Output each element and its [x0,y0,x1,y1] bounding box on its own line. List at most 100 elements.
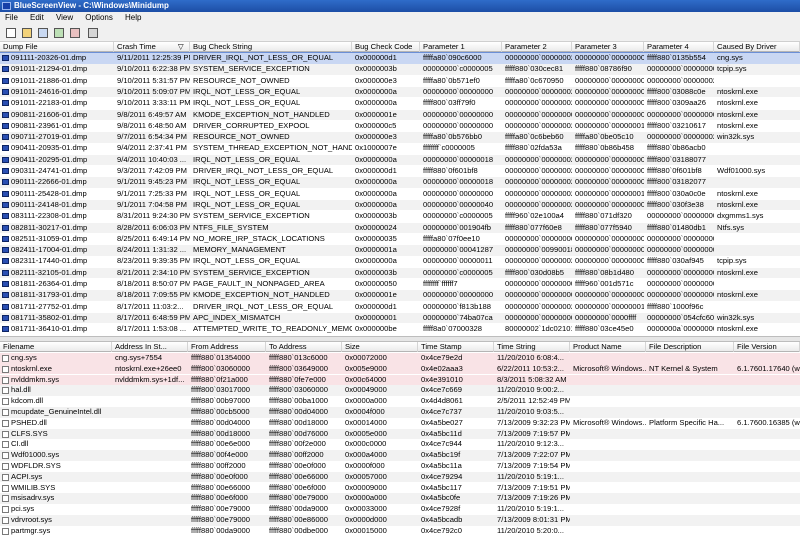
copy-icon[interactable] [52,26,66,39]
top-cell-text: 091111-20326-01.dmp [11,53,87,62]
top-cell-text: IRQL_NOT_LESS_OR_EQUAL [193,154,301,164]
bottom-row[interactable]: ACPI.sys fffff880`00e0f000 fffff880`00e660… [0,471,800,483]
bottom-row[interactable]: cng.sys cng.sys+7554 fffff880`01354000 ffff… [0,353,800,364]
top-cell-bug-check-string: ATTEMPTED_WRITE_TO_READONLY_MEMORY [190,324,352,335]
top-row[interactable]: 091011-24616-01.dmp 9/10/2011 5:09:07 PM I… [0,86,800,98]
bottom-col-file-version[interactable]: File Version [734,342,800,352]
menu-bar: File Edit View Options Help [0,12,800,24]
top-col-param3[interactable]: Parameter 3 [572,42,644,52]
bottom-row[interactable]: vdrvroot.sys fffff880`00e79000 fffff880`00… [0,515,800,526]
bottom-row[interactable]: Wdf01000.sys fffff880`00f4e000 fffff880`00… [0,450,800,461]
bottom-col-file-description[interactable]: File Description [646,342,734,352]
top-cell-text: ntoskrnl.exe [717,267,758,277]
bottom-row[interactable]: CI.dll fffff880`00e6e000 fffff880`00f2e000… [0,439,800,450]
top-col-crash-time[interactable]: Crash Time ▽ [114,42,190,52]
top-row[interactable]: 083111-22308-01.dmp 8/31/2011 9:24:30 PM S… [0,211,800,222]
bottom-row[interactable]: WMILIB.SYS fffff880`00e66000 fffff880`00e6… [0,483,800,494]
top-row[interactable]: 081711-36410-01.dmp 8/17/2011 1:53:08 ...… [0,324,800,335]
bottom-row[interactable]: hal.dll fffff800`03017000 fffff800`0306000… [0,385,800,396]
bottom-cell-address-in-stack [112,493,188,504]
top-row[interactable]: 090711-27019-01.dmp 9/7/2011 6:54:34 PM RE… [0,132,800,143]
bottom-row[interactable]: partmgr.sys fffff880`00da9000 fffff880`00d… [0,526,800,537]
bottom-cell-to-address: fffff880`00d18000 [266,418,342,429]
top-col-param2[interactable]: Parameter 2 [502,42,572,52]
top-col-param1[interactable]: Parameter 1 [420,42,502,52]
bottom-row[interactable]: pci.sys fffff880`00e79000 fffff880`00da900… [0,504,800,515]
top-row[interactable]: 090811-23961-01.dmp 9/8/2011 6:48:50 AM DR… [0,121,800,132]
top-cell-dump-file: 090811-23961-01.dmp [0,121,114,132]
top-cell-text: ntoskrnl.exe [717,324,758,334]
bottom-row[interactable]: nvlddmkm.sys nvlddmkm.sys+1df... fffff880`… [0,374,800,386]
top-row[interactable]: 090811-21606-01.dmp 9/8/2011 6:49:57 AM KM… [0,109,800,121]
properties-icon[interactable] [68,26,82,39]
menu-view[interactable]: View [51,12,78,24]
bottom-col-filename[interactable]: Filename [0,342,112,352]
top-col-label: Bug Check Code [355,42,413,51]
top-cell-text: SYSTEM_SERVICE_EXCEPTION [193,267,310,277]
menu-options[interactable]: Options [80,12,118,24]
top-col-param4[interactable]: Parameter 4 [644,42,714,52]
bottom-col-from-address[interactable]: From Address [188,342,266,352]
menu-edit[interactable]: Edit [25,12,49,24]
top-cell-bug-check-code: 0x0000001a [352,245,420,256]
top-col-bug-check-code[interactable]: Bug Check Code [352,42,420,52]
top-row[interactable]: 081811-26364-01.dmp 8/18/2011 8:50:07 PM P… [0,279,800,290]
top-row[interactable]: 091011-21294-01.dmp 9/10/2011 6:22:38 PM S… [0,64,800,75]
top-cell-crash-time: 9/4/2011 2:37:41 PM [114,143,190,154]
top-cell-param2: fffff880`030cec81 [502,64,572,75]
bottom-row[interactable]: ntoskrnl.exe ntoskrnl.exe+26ee0 fffff800`0… [0,363,800,375]
top-row[interactable]: 091011-21886-01.dmp 9/10/2011 5:31:57 PM R… [0,76,800,87]
bottom-cell-file-version [734,429,800,440]
driver-file-icon [2,517,9,524]
bottom-col-time-string[interactable]: Time String [494,342,570,352]
bottom-row[interactable]: WDFLDR.SYS fffff880`00ff2000 fffff880`00e0… [0,461,800,472]
top-col-dump-file[interactable]: Dump File [0,42,114,52]
top-row[interactable]: 081711-27752-01.dmp 8/17/2011 11:03:2... D… [0,302,800,313]
bottom-row[interactable]: msisadrv.sys fffff880`00e6f000 fffff880`00… [0,493,800,504]
top-cell-text: 9/4/2011 2:37:41 PM [117,143,187,153]
top-row[interactable]: 082511-31059-01.dmp 8/25/2011 6:49:14 PM N… [0,234,800,245]
top-row[interactable]: 091111-20326-01.dmp 9/11/2011 12:25:39 PM… [0,52,800,65]
refresh-icon[interactable] [86,26,100,39]
top-row[interactable]: 090111-24148-01.dmp 9/1/2011 7:04:58 PM IR… [0,199,800,211]
bottom-col-to-address[interactable]: To Address [266,342,342,352]
bottom-cell-filename: kdcom.dll [0,396,112,407]
save-icon[interactable] [36,26,50,39]
top-row[interactable]: 082411-17004-01.dmp 8/24/2011 1:31:32 ...… [0,245,800,256]
bottom-cell-address-in-stack: cng.sys+7554 [112,353,188,364]
top-row[interactable]: 082311-17440-01.dmp 8/23/2011 9:39:35 PM I… [0,256,800,267]
top-row[interactable]: 090411-20935-01.dmp 9/4/2011 2:37:41 PM SY… [0,143,800,154]
bottom-col-size[interactable]: Size [342,342,418,352]
top-row[interactable]: 090111-22666-01.dmp 9/1/2011 9:45:23 PM IR… [0,177,800,188]
new-icon[interactable] [4,26,18,39]
top-cell-param1: 00000000`f813b188 [420,302,502,313]
bottom-col-time-stamp[interactable]: Time Stamp [418,342,494,352]
bottom-row[interactable]: mcupdate_GenuineIntel.dll fffff880`00cb50… [0,407,800,418]
top-row[interactable]: 081711-35802-01.dmp 8/17/2011 6:48:59 PM A… [0,312,800,324]
top-row[interactable]: 081811-31793-01.dmp 8/18/2011 7:09:55 PM K… [0,290,800,301]
open-icon[interactable] [20,26,34,39]
top-row[interactable]: 091011-22183-01.dmp 9/10/2011 3:33:11 PM I… [0,98,800,109]
driver-file-icon [2,484,9,492]
bottom-cell-file-description [646,450,734,461]
top-row[interactable]: 090311-24741-01.dmp 9/3/2011 7:42:09 PM DR… [0,166,800,177]
top-row[interactable]: 082111-32105-01.dmp 8/21/2011 2:34:10 PM S… [0,267,800,279]
bottom-row[interactable]: CLFS.SYS fffff880`00d18000 fffff880`00d760… [0,428,800,440]
top-cell-text: ntoskrnl.exe [717,188,758,198]
bottom-col-product-name[interactable]: Product Name [570,342,646,352]
top-col-bug-check-string[interactable]: Bug Check String [190,42,352,52]
top-cell-text: 090811-23961-01.dmp [11,120,88,130]
top-cell-text: 0x0000000a [355,188,397,198]
top-row[interactable]: 090411-20295-01.dmp 9/4/2011 10:40:03 ...… [0,154,800,166]
top-row[interactable]: 090111-25428-01.dmp 9/1/2011 7:25:33 PM IR… [0,189,800,200]
bottom-row[interactable]: kdcom.dll fffff880`00b97000 fffff880`00ba1… [0,396,800,407]
bottom-row[interactable]: PSHED.dll fffff880`00d04000 fffff880`00d18… [0,418,800,429]
top-cell-bug-check-code: 0x000000e3 [352,76,420,87]
bottom-col-address-in-stack[interactable]: Address In St... [112,342,188,352]
top-cell-text: 9/1/2011 7:04:58 PM [117,199,187,209]
menu-file[interactable]: File [0,12,23,24]
top-col-caused-by[interactable]: Caused By Driver [714,42,800,52]
bottom-cell-file-version [734,385,800,396]
menu-help[interactable]: Help [120,12,146,24]
top-row[interactable]: 082811-30217-01.dmp 8/28/2011 6:06:03 PM N… [0,222,800,234]
